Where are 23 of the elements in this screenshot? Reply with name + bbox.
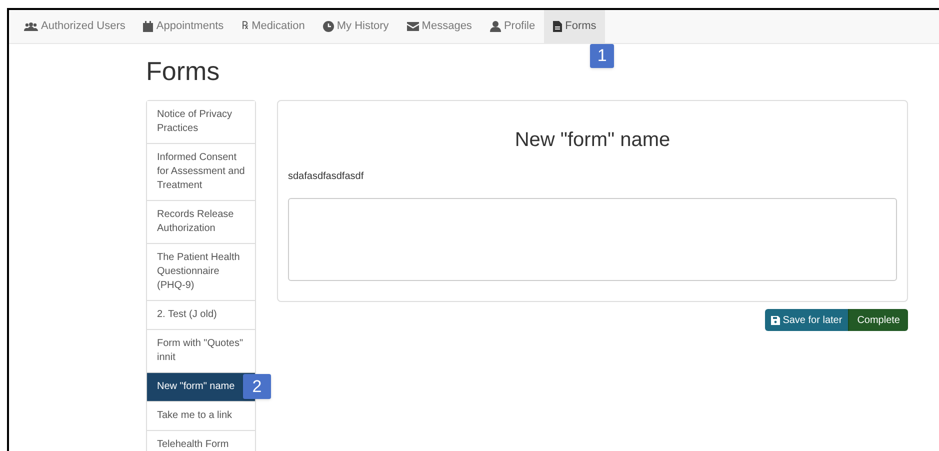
rx-icon: ℞ xyxy=(242,18,249,35)
calendar-icon xyxy=(143,21,154,32)
save-button[interactable]: Save for later xyxy=(764,309,848,331)
nav-tab[interactable]: Messages xyxy=(398,10,481,43)
nav-tab[interactable]: Authorized Users xyxy=(15,10,134,43)
nav-tab[interactable]: Appointments xyxy=(134,10,233,43)
form-list-item[interactable]: Notice of Privacy Practices xyxy=(147,101,255,144)
users-icon xyxy=(24,22,38,31)
page-title: Forms xyxy=(146,56,221,86)
nav-tab[interactable]: Forms xyxy=(544,10,606,43)
user-icon xyxy=(490,21,501,32)
callout-badge: 2 xyxy=(243,374,271,399)
question-label: sdafasdfasdfasdf xyxy=(288,170,365,184)
nav-tab[interactable]: Profile xyxy=(480,10,544,43)
clock-icon xyxy=(322,21,334,32)
callout-badge: 1 xyxy=(590,44,614,68)
nav-tab[interactable]: My History xyxy=(314,10,398,43)
envelope-icon xyxy=(406,22,419,31)
answer-box[interactable] xyxy=(288,198,897,281)
form-title: New "form" name xyxy=(514,128,672,153)
nav-tab[interactable]: ℞ Medication xyxy=(232,10,314,43)
file-icon xyxy=(553,21,562,32)
complete-button[interactable]: Complete xyxy=(848,309,908,331)
